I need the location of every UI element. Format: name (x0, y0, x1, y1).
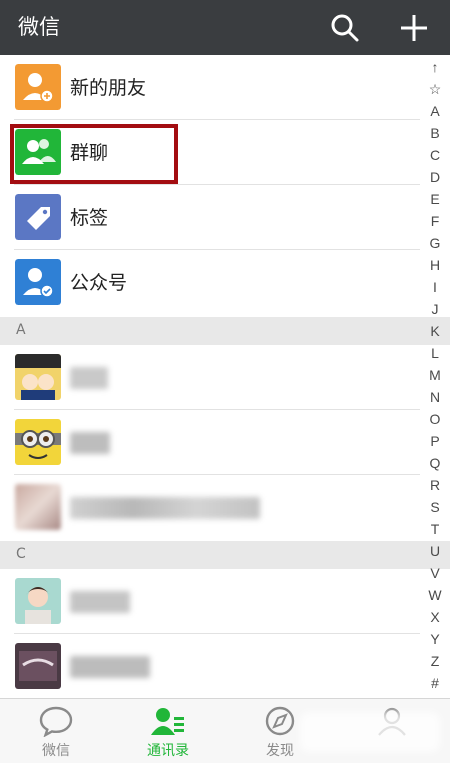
index-letter[interactable]: G (423, 232, 447, 254)
section-header-c: C (0, 541, 450, 569)
row-label: 标签 (70, 207, 109, 229)
index-letter[interactable]: H (423, 254, 447, 276)
contact-avatar (15, 419, 61, 465)
index-letter[interactable]: B (423, 122, 447, 144)
index-letter[interactable]: T (423, 518, 447, 540)
contact-row[interactable] (0, 569, 420, 634)
index-letter[interactable]: F (423, 210, 447, 232)
index-letter[interactable]: E (423, 188, 447, 210)
contact-row[interactable] (0, 410, 420, 475)
index-letter[interactable]: D (423, 166, 447, 188)
index-letter[interactable]: L (423, 342, 447, 364)
index-letter[interactable]: P (423, 430, 447, 452)
index-letter[interactable]: Q (423, 452, 447, 474)
index-letter[interactable]: Y (423, 628, 447, 650)
official-account-icon (15, 259, 61, 305)
contact-row[interactable] (0, 475, 420, 541)
compass-icon (265, 706, 295, 736)
blurred-name (70, 367, 108, 389)
watermark-blur (300, 712, 440, 752)
index-letter[interactable]: A (423, 100, 447, 122)
app-title: 微信 (18, 15, 60, 39)
search-icon[interactable] (327, 10, 363, 46)
contact-row[interactable] (0, 634, 420, 698)
index-letter[interactable]: ↑ (423, 56, 447, 78)
contact-row[interactable] (0, 345, 420, 410)
index-letter[interactable]: C (423, 144, 447, 166)
index-letter[interactable]: N (423, 386, 447, 408)
contact-avatar (15, 484, 61, 530)
index-letter[interactable]: J (423, 298, 447, 320)
blurred-name (70, 591, 130, 613)
index-letter[interactable]: V (423, 562, 447, 584)
new-friends-row[interactable]: 新的朋友 (0, 55, 420, 120)
contact-avatar (15, 643, 61, 689)
section-header-a: A (0, 317, 450, 345)
index-letter[interactable]: M (423, 364, 447, 386)
index-letter[interactable]: X (423, 606, 447, 628)
tab-label: 微信 (42, 743, 70, 759)
chat-bubble-icon (39, 706, 73, 737)
tab-label: 通讯录 (147, 743, 189, 759)
new-friends-icon (15, 64, 61, 110)
row-label: 公众号 (70, 272, 128, 294)
index-letter[interactable]: # (423, 672, 447, 694)
blurred-name (70, 432, 110, 454)
index-letter[interactable]: W (423, 584, 447, 606)
index-letter[interactable]: U (423, 540, 447, 562)
highlight-box (10, 124, 178, 184)
index-letter[interactable]: I (423, 276, 447, 298)
alphabet-index[interactable]: ↑ ☆ A B C D E F G H I J K L M N O P Q R S T U V W X Y Z # (423, 56, 447, 696)
contact-avatar (15, 354, 61, 400)
index-letter[interactable]: O (423, 408, 447, 430)
blurred-name (70, 656, 150, 678)
top-bar: 微信 (0, 0, 450, 55)
index-letter[interactable]: R (423, 474, 447, 496)
index-letter[interactable]: S (423, 496, 447, 518)
row-label: 新的朋友 (70, 77, 147, 99)
index-letter[interactable]: ☆ (423, 78, 447, 100)
index-letter[interactable]: Z (423, 650, 447, 672)
add-icon[interactable] (396, 10, 432, 46)
tag-icon (15, 194, 61, 240)
official-accounts-row[interactable]: 公众号 (0, 250, 420, 315)
tab-chats[interactable]: 微信 (0, 699, 112, 763)
blurred-name (70, 497, 260, 519)
tab-contacts[interactable]: 通讯录 (112, 699, 224, 763)
index-letter[interactable]: K (423, 320, 447, 342)
contact-avatar (15, 578, 61, 624)
contacts-icon (151, 708, 184, 735)
tags-row[interactable]: 标签 (0, 185, 420, 250)
